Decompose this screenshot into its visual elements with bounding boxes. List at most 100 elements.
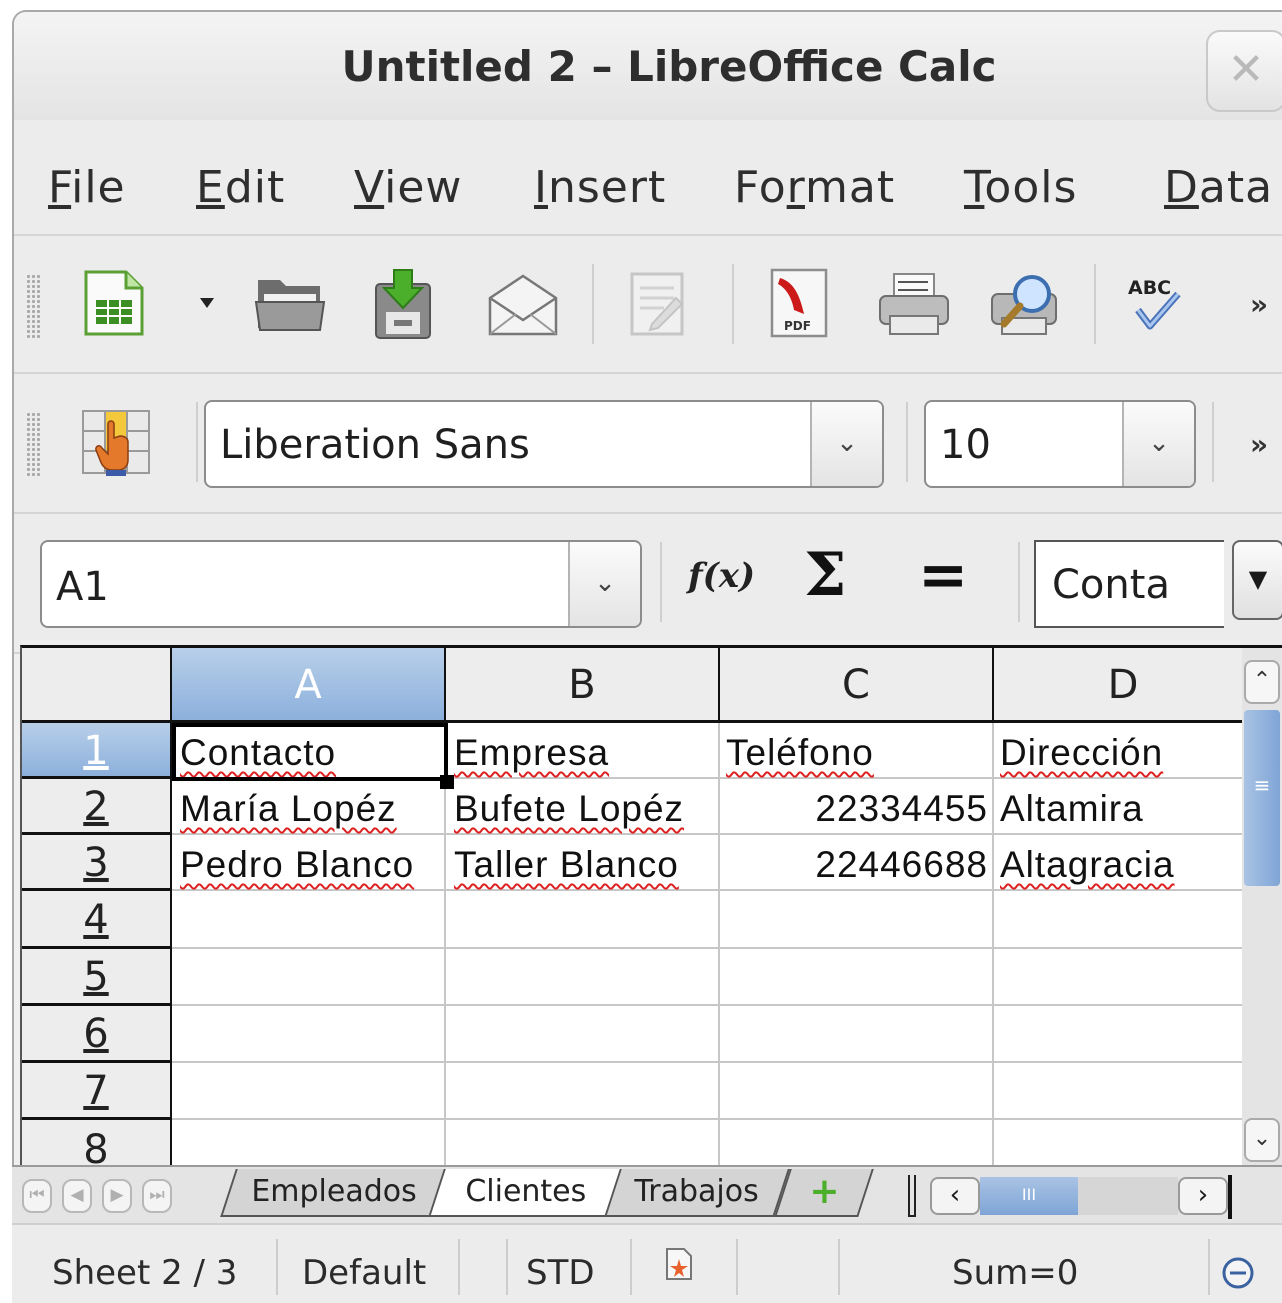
formatting-toolbar-overflow[interactable]: » [1250,428,1268,461]
cell-a2[interactable]: María Lopéz [180,788,397,830]
menu-file[interactable]: File [48,162,126,213]
style-input[interactable]: Conta [1034,540,1224,628]
sum-button[interactable]: Σ [804,540,846,610]
close-button[interactable]: ✕ [1206,30,1282,112]
status-selection-mode[interactable]: STD [526,1253,595,1293]
row-header-2[interactable]: 2 [22,779,172,835]
function-button[interactable]: = [918,540,968,610]
name-box-value[interactable]: A1 [56,564,109,610]
tab-splitter[interactable] [908,1175,916,1217]
column-header-c[interactable]: C [720,648,994,723]
document-modified-icon [666,1248,692,1280]
menu-data[interactable]: Data [1164,162,1273,213]
pdf-icon-label: PDF [784,319,811,333]
row-header-8[interactable]: 8 [22,1120,172,1165]
styles-and-formatting-icon[interactable] [78,406,154,478]
menu-format[interactable]: Format [734,162,895,213]
font-size-dropdown-button[interactable]: ⌄ [1122,402,1194,486]
formula-bar: A1 ⌄ f(x) Σ = Conta ▼ [14,514,1282,654]
sheet-tab-empleados[interactable]: Empleados [220,1169,448,1217]
name-box-dropdown-button[interactable]: ⌄ [568,542,640,626]
cell-d1[interactable]: Dirección [1000,732,1163,774]
standard-toolbar-overflow[interactable]: » [1250,288,1268,321]
row-header-1[interactable]: 1 [22,723,172,779]
cell-d2[interactable]: Altamira [1000,788,1144,830]
chevron-down-icon: ⌄ [836,428,858,458]
export-pdf-icon[interactable]: PDF [764,266,834,342]
open-folder-icon[interactable] [254,272,326,334]
column-header-b[interactable]: B [446,648,720,723]
font-name-dropdown-button[interactable]: ⌄ [810,402,882,486]
formatting-toolbar: Liberation Sans ⌄ 10 ⌄ » [14,374,1282,514]
vertical-scroll-thumb[interactable]: ≡ [1244,710,1280,886]
horizontal-scroll-thumb[interactable]: III [980,1177,1078,1215]
cell-cursor [172,723,448,781]
scroll-left-button[interactable]: ‹ [930,1177,980,1215]
cell-c3[interactable]: 22446688 [722,844,988,886]
row-header-3[interactable]: 3 [22,835,172,891]
edit-document-icon[interactable] [624,268,690,340]
scroll-right-button[interactable]: › [1178,1177,1228,1215]
toolbar-grip[interactable] [26,412,42,476]
select-all-corner[interactable] [22,648,172,723]
last-sheet-button[interactable]: ⏭ [142,1179,172,1213]
menu-tools[interactable]: Tools [964,162,1077,213]
cell-b3[interactable]: Taller Blanco [454,844,679,886]
status-page-style[interactable]: Default [302,1253,426,1293]
window-title: Untitled 2 – LibreOffice Calc [341,42,997,91]
first-sheet-button[interactable]: ⏮ [22,1179,52,1213]
zoom-out-icon[interactable] [1220,1255,1256,1291]
save-icon[interactable] [370,266,436,342]
name-box[interactable]: A1 ⌄ [40,540,642,628]
close-icon: ✕ [1227,44,1265,95]
spellcheck-icon[interactable]: ABC [1124,272,1190,336]
menu-insert[interactable]: Insert [534,162,666,213]
print-icon[interactable] [876,270,952,338]
next-sheet-button[interactable]: ▶ [102,1179,132,1213]
cell-b1[interactable]: Empresa [454,732,609,774]
cell-c1[interactable]: Teléfono [726,732,874,774]
sheet-tab-clientes[interactable]: Clientes [428,1169,622,1217]
spellcheck-abc-label: ABC [1128,277,1171,299]
sheet-tab-trabajos[interactable]: Trabajos [602,1169,790,1217]
font-size-value[interactable]: 10 [940,422,991,468]
cell-d3[interactable]: Altagracia [1000,844,1175,886]
status-bar: Sheet 2 / 3 Default STD Sum=0 [12,1223,1282,1303]
function-wizard-button[interactable]: f(x) [688,556,755,596]
email-icon[interactable] [484,272,562,338]
menu-view[interactable]: View [354,162,462,213]
triangle-down-icon: ▼ [1248,565,1268,593]
font-size-combo[interactable]: 10 ⌄ [924,400,1196,488]
row-header-6[interactable]: 6 [22,1006,172,1063]
cell-a3[interactable]: Pedro Blanco [180,844,414,886]
sheet-tabs-bar: ⏮ ◀ ▶ ⏭ Empleados Clientes Trabajos + ‹ … [12,1165,1282,1223]
new-dropdown-icon[interactable] [198,296,216,310]
scroll-down-button[interactable]: ⌄ [1244,1118,1280,1162]
font-name-combo[interactable]: Liberation Sans ⌄ [204,400,884,488]
column-header-a[interactable]: A [172,648,446,723]
menu-edit[interactable]: Edit [196,162,285,213]
spreadsheet-grid: A B C D 1 2 3 4 5 6 7 8 Contacto Empresa… [20,645,1242,1165]
cell-c2[interactable]: 22334455 [722,788,988,830]
chevron-up-icon: ⌃ [1252,668,1272,693]
autofill-handle[interactable] [440,775,454,789]
style-input-value[interactable]: Conta [1052,562,1170,608]
toolbar-grip[interactable] [26,274,42,338]
standard-toolbar: PDF ABC » [14,236,1282,374]
previous-sheet-button[interactable]: ◀ [62,1179,92,1213]
cell-b2[interactable]: Bufete Lopéz [454,788,684,830]
vertical-scrollbar[interactable]: ⌃ ≡ ⌄ [1242,645,1282,1165]
scroll-up-button[interactable]: ⌃ [1244,660,1280,704]
column-header-d[interactable]: D [994,648,1242,723]
horizontal-scroll-track[interactable] [1078,1177,1178,1215]
title-bar: Untitled 2 – LibreOffice Calc ✕ [14,12,1282,120]
row-header-5[interactable]: 5 [22,949,172,1006]
font-name-value[interactable]: Liberation Sans [220,422,530,468]
style-dropdown-button[interactable]: ▼ [1232,540,1282,620]
menu-bar: File Edit View Insert Format Tools Data [14,120,1282,236]
row-header-4[interactable]: 4 [22,891,172,949]
row-header-7[interactable]: 7 [22,1063,172,1120]
add-sheet-button[interactable]: + [774,1169,874,1217]
print-preview-icon[interactable] [986,268,1064,340]
new-spreadsheet-icon[interactable] [80,268,148,338]
